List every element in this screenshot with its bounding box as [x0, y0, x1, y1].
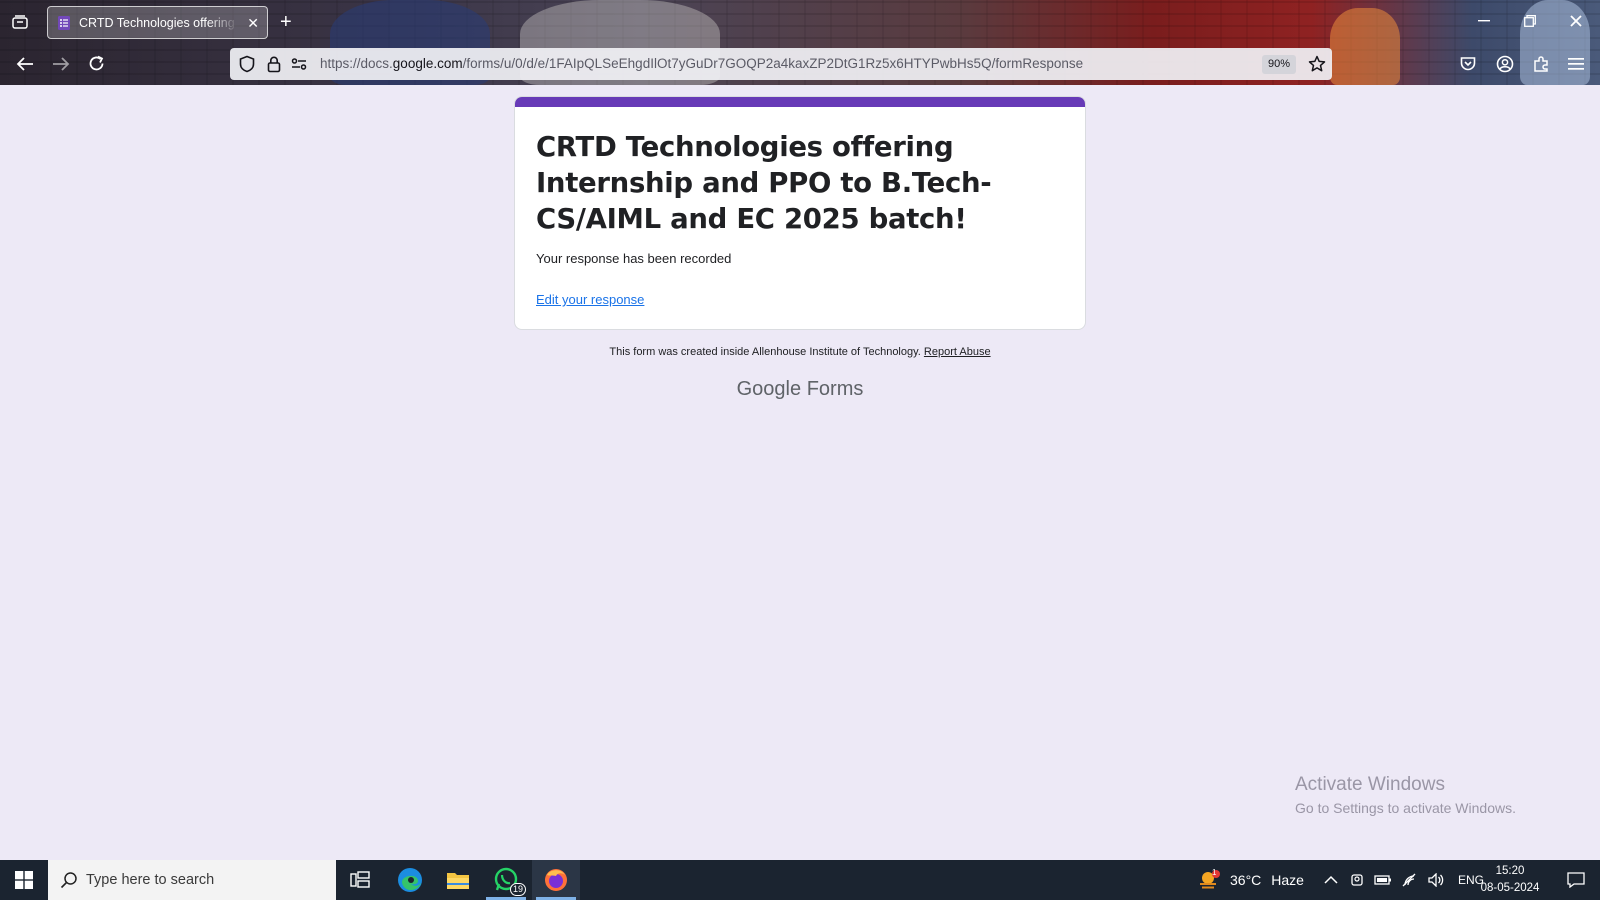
whatsapp-taskbar-button[interactable]: 19	[482, 860, 530, 900]
form-response-card: CRTD Technologies offering Internship an…	[514, 96, 1086, 330]
battery-icon[interactable]	[1374, 874, 1392, 886]
bookmark-star-icon[interactable]	[1308, 55, 1326, 73]
clock[interactable]: 15:20 08-05-2024	[1480, 863, 1540, 897]
edge-taskbar-button[interactable]	[386, 860, 434, 900]
clock-time: 15:20	[1495, 865, 1525, 877]
system-tray: ENG	[1324, 860, 1484, 900]
file-explorer-taskbar-button[interactable]	[434, 860, 482, 900]
reload-icon[interactable]	[88, 55, 105, 72]
volume-icon[interactable]	[1428, 873, 1444, 887]
report-abuse-link[interactable]: Report Abuse	[924, 346, 991, 358]
new-tab-button[interactable]: +	[280, 10, 292, 34]
restore-icon[interactable]	[1524, 15, 1536, 27]
meet-now-icon[interactable]	[1350, 872, 1364, 888]
clock-date: 08-05-2024	[1480, 882, 1540, 894]
wifi-icon[interactable]	[1402, 873, 1418, 887]
form-title: CRTD Technologies offering Internship an…	[536, 131, 992, 235]
weather-description: Haze	[1271, 872, 1304, 888]
extensions-icon[interactable]	[1532, 55, 1550, 73]
taskbar-search-box[interactable]: Type here to search	[48, 860, 336, 900]
back-icon[interactable]	[16, 56, 34, 72]
google-forms-logo[interactable]: Google Forms	[0, 378, 1600, 401]
lock-icon[interactable]	[265, 55, 283, 73]
tab-list-icon	[12, 15, 28, 29]
google-forms-favicon-icon	[58, 15, 70, 30]
watermark-title: Activate Windows	[1295, 774, 1445, 795]
weather-temperature: 36°C	[1230, 872, 1262, 888]
weather-haze-icon	[1200, 870, 1220, 889]
weather-widget[interactable]: 1 36°C Haze	[1198, 860, 1304, 900]
windows-taskbar: Type here to search 19 1 36°C Haze ENG 1…	[0, 860, 1600, 900]
permissions-icon[interactable]	[290, 55, 308, 73]
task-view-button[interactable]	[336, 860, 384, 900]
weather-alert-count: 1	[1212, 868, 1217, 877]
folder-icon	[447, 873, 469, 889]
edge-icon	[398, 868, 422, 892]
windows-logo-icon	[15, 871, 33, 889]
firefox-icon	[545, 869, 567, 891]
google-wordmark: Google	[736, 378, 802, 400]
url-host: google.com	[392, 56, 463, 71]
edit-response-link[interactable]: Edit your response	[536, 292, 644, 307]
notification-icon	[1567, 872, 1585, 888]
watermark-subtitle: Go to Settings to activate Windows.	[1295, 800, 1516, 816]
url-prefix: https://docs.	[320, 56, 393, 71]
search-placeholder: Type here to search	[86, 872, 215, 888]
forms-wordmark: Forms	[806, 378, 864, 400]
navigation-bar: https://docs.google.com/forms/u/0/d/e/1F…	[0, 44, 1600, 85]
browser-chrome: CRTD Technologies offering Internship an…	[0, 0, 1600, 85]
close-window-icon[interactable]	[1570, 15, 1582, 27]
notification-center-button[interactable]	[1552, 860, 1600, 900]
response-recorded-text: Your response has been recorded	[536, 251, 732, 266]
url-bar[interactable]: https://docs.google.com/forms/u/0/d/e/1F…	[230, 48, 1332, 80]
whatsapp-unread-badge: 19	[509, 883, 526, 896]
tab-bar: CRTD Technologies offering Internship an…	[0, 0, 1600, 44]
tracking-protection-shield-icon[interactable]	[238, 55, 256, 73]
tab-active[interactable]: CRTD Technologies offering Internship an…	[47, 6, 268, 39]
tab-close-icon[interactable]: ✕	[247, 15, 259, 32]
pocket-icon[interactable]	[1460, 56, 1476, 72]
activate-windows-watermark: Activate Windows Go to Settings to activ…	[1295, 774, 1516, 816]
search-icon	[60, 872, 77, 889]
form-footer-note: This form was created inside Allenhouse …	[0, 346, 1600, 358]
chevron-up-icon[interactable]	[1324, 875, 1338, 885]
forward-icon[interactable]	[52, 56, 70, 72]
url-text[interactable]: https://docs.google.com/forms/u/0/d/e/1F…	[320, 56, 1083, 71]
url-path: /forms/u/0/d/e/1FAIpQLSeEhgdIlOt7yGuDr7G…	[462, 56, 1084, 71]
task-view-icon	[350, 871, 370, 888]
account-icon[interactable]	[1496, 55, 1514, 73]
minimize-icon[interactable]	[1478, 20, 1490, 22]
tab-title: CRTD Technologies offering Internship an…	[79, 15, 239, 30]
tab-list-button[interactable]	[8, 10, 32, 34]
menu-icon[interactable]	[1568, 57, 1584, 71]
zoom-level-button[interactable]: 90%	[1262, 55, 1296, 74]
form-origin-text: This form was created inside Allenhouse …	[609, 346, 921, 358]
firefox-taskbar-button[interactable]	[532, 860, 580, 900]
form-accent-bar	[515, 97, 1085, 107]
start-button[interactable]	[0, 860, 48, 900]
